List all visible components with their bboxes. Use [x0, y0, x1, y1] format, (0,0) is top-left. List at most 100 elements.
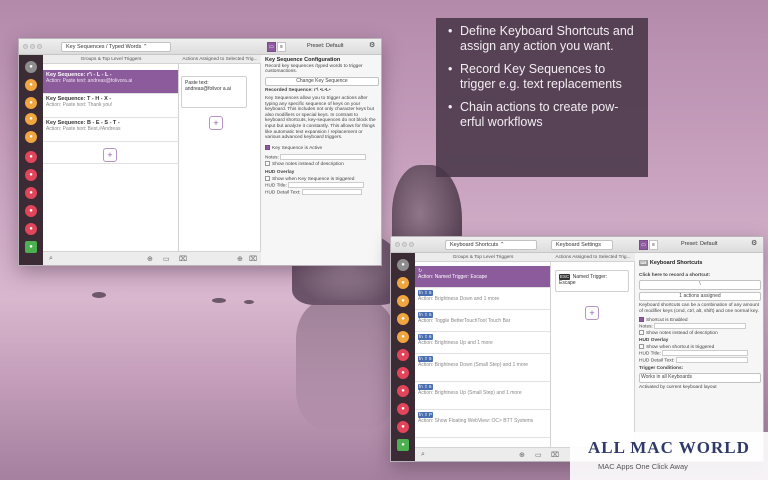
view-toggle-icon[interactable]: ▭: [639, 240, 648, 250]
keyboard-shortcuts-window: Keyboard Shortcuts ⌃ Keyboard Settings ▭…: [390, 236, 764, 462]
settings-label: Keyboard Settings: [556, 242, 601, 248]
preset-selector[interactable]: Preset: Default: [307, 43, 343, 49]
app-icon[interactable]: ●: [25, 187, 37, 199]
hud-title-label: HUD Title:: [639, 351, 661, 357]
add-action-button[interactable]: +: [585, 306, 599, 320]
add-action-icon[interactable]: ⊕: [237, 255, 243, 263]
app-icon[interactable]: ●: [25, 169, 37, 181]
trash-action-icon[interactable]: ⌧: [249, 255, 257, 263]
gear-icon[interactable]: ⚙: [369, 41, 375, 49]
minimize-button[interactable]: [402, 242, 407, 247]
folder-icon[interactable]: ▭: [535, 451, 542, 459]
feature-bullet: Chain actions to create pow-erful workfl…: [448, 100, 636, 130]
zoom-button[interactable]: [409, 242, 414, 247]
app-icon[interactable]: ●: [397, 421, 409, 433]
enabled-checkbox[interactable]: [639, 316, 644, 322]
small-rock: [92, 292, 106, 298]
trigger-row[interactable]: fn ⇧ 5 Action: Brightness Down (Small St…: [415, 354, 550, 382]
search-icon[interactable]: ⌕: [421, 451, 425, 459]
trigger-row[interactable]: Key Sequence: T - H - X - Action: Paste …: [43, 94, 178, 118]
hud-detail-field[interactable]: [301, 189, 362, 196]
change-key-sequence-button[interactable]: Change Key Sequence: [265, 76, 379, 87]
trigger-row[interactable]: ↻ Action: Named Trigger: Escape: [415, 266, 550, 288]
add-trigger-button[interactable]: +: [103, 148, 117, 162]
show-notes-checkbox[interactable]: [639, 329, 644, 335]
config-description: Key Sequences allow you to trigger actio…: [265, 95, 376, 141]
app-icon[interactable]: ●: [25, 131, 37, 143]
add-icon[interactable]: ⊕: [519, 451, 525, 459]
gear-icon[interactable]: ⚙: [751, 239, 757, 247]
bottom-toolbar: ⌕ ⊕ ▭ ⌧ ⊕ ⌧: [43, 251, 261, 265]
active-checkbox[interactable]: [265, 144, 270, 150]
app-icon[interactable]: ●: [25, 151, 37, 163]
app-icon[interactable]: ●: [25, 223, 37, 235]
trigger-action: Action: Paste text: Best,#Andreas: [46, 126, 121, 132]
trigger-action: Action: Brightness Down (Small Step) and…: [418, 362, 529, 368]
list-view-icon[interactable]: ≡: [277, 42, 286, 52]
notes-field[interactable]: [280, 154, 367, 161]
action-card[interactable]: Paste text: andreas@folivor a.ai: [181, 76, 247, 108]
trigger-row[interactable]: fn ⇧ P Action: Show Floating WebView: OC…: [415, 410, 550, 438]
trigger-row[interactable]: Key Sequence: B - E - S - T - Action: Pa…: [43, 118, 178, 142]
preset-selector[interactable]: Preset: Default: [681, 241, 717, 247]
add-action-button[interactable]: +: [209, 116, 223, 130]
globe-icon[interactable]: ●: [25, 61, 37, 73]
conditions-dropdown[interactable]: Works in all Keyboards: [639, 373, 761, 383]
trigger-row[interactable]: Key Sequence: r'\ - L - L - Action: Past…: [43, 70, 178, 94]
hud-detail-field[interactable]: [675, 356, 748, 363]
add-icon[interactable]: ⊕: [147, 255, 153, 263]
folder-icon[interactable]: ▭: [163, 255, 170, 263]
app-icon[interactable]: ●: [397, 313, 409, 325]
close-button[interactable]: [23, 44, 28, 49]
trigger-type-dropdown[interactable]: Key Sequences / Typed Words ⌃: [61, 42, 171, 52]
app-icon[interactable]: ●: [397, 331, 409, 343]
app-icon[interactable]: ●: [25, 241, 37, 253]
shortcut-recorder[interactable]: \: [639, 280, 761, 290]
app-icon[interactable]: ●: [397, 403, 409, 415]
trigger-row[interactable]: fn ⇧ 6 Action: Brightness Up (Small Step…: [415, 382, 550, 410]
app-icon[interactable]: ●: [25, 97, 37, 109]
trigger-type-dropdown[interactable]: Keyboard Shortcuts ⌃: [445, 240, 537, 250]
keyboard-settings-button[interactable]: Keyboard Settings: [551, 240, 613, 250]
action-card[interactable]: ESC Named Trigger: Escape: [555, 270, 629, 292]
app-icon[interactable]: ●: [397, 367, 409, 379]
hud-show-label: Show when shortcut is triggered: [646, 344, 715, 350]
app-icon[interactable]: ●: [25, 205, 37, 217]
app-icon[interactable]: ●: [25, 79, 37, 91]
trash-icon[interactable]: ⌧: [551, 451, 559, 459]
app-icon[interactable]: ●: [25, 113, 37, 125]
search-icon[interactable]: ⌕: [49, 255, 53, 263]
trash-icon[interactable]: ⌧: [179, 255, 187, 263]
feature-bullet: Record Key Sequences to trigger e.g. tex…: [448, 62, 636, 92]
app-icon[interactable]: ●: [397, 439, 409, 451]
hud-title-field[interactable]: [662, 350, 749, 357]
hud-show-checkbox[interactable]: [265, 175, 270, 181]
hud-show-label: Show when Key Sequence is triggered: [272, 176, 355, 182]
app-icon[interactable]: ●: [397, 349, 409, 361]
sidebar: ● ● ● ● ● ● ● ● ● ● ●: [19, 55, 43, 265]
key-sequences-window: Key Sequences / Typed Words ⌃ ▭ ≡ Preset…: [18, 38, 382, 266]
hud-show-checkbox[interactable]: [639, 343, 644, 349]
show-notes-checkbox[interactable]: [265, 160, 270, 166]
zoom-button[interactable]: [37, 44, 42, 49]
app-icon[interactable]: ●: [397, 277, 409, 289]
column-header-triggers: Groups & Top Level Triggers: [43, 55, 179, 64]
trigger-action: Action: Paste text: andreas@folivora.ai: [46, 78, 133, 84]
trigger-action: Action: Brightness Down and 1 more: [418, 296, 500, 302]
notes-field[interactable]: [654, 322, 747, 329]
trigger-row[interactable]: fn ⇧ 6 Action: Brightness Up and 1 more: [415, 332, 550, 354]
sidebar: ● ● ● ● ● ● ● ● ● ● ●: [391, 253, 415, 461]
app-icon[interactable]: ●: [397, 385, 409, 397]
view-toggle-icon[interactable]: ▭: [267, 42, 276, 52]
minimize-button[interactable]: [30, 44, 35, 49]
rock-reflection: [296, 300, 396, 430]
close-button[interactable]: [395, 242, 400, 247]
list-view-icon[interactable]: ≡: [649, 240, 658, 250]
actions-assigned-dropdown[interactable]: 1 actions assigned: [639, 291, 761, 302]
trigger-action: Action: Paste text: Thank you!: [46, 102, 113, 108]
trigger-row[interactable]: fn ⇧ 5 Action: Brightness Down and 1 mor…: [415, 288, 550, 310]
hud-title-field[interactable]: [288, 182, 365, 189]
trigger-row[interactable]: fn ⇧ 5 Action: Toggle BetterTouchTool To…: [415, 310, 550, 332]
app-icon[interactable]: ●: [397, 295, 409, 307]
globe-icon[interactable]: ●: [397, 259, 409, 271]
